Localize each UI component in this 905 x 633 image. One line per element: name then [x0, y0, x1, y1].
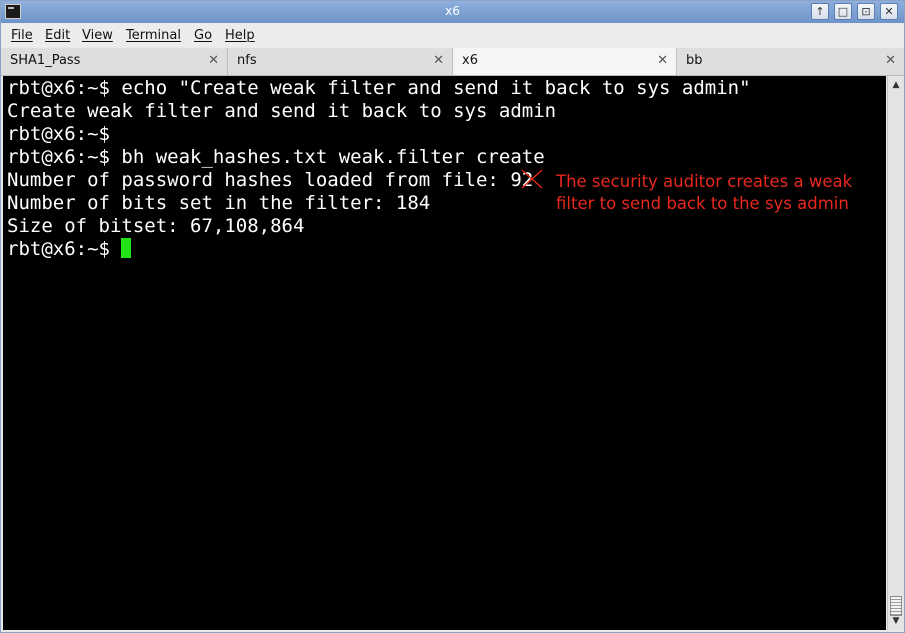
menu-help[interactable]: Help: [225, 28, 255, 43]
arrow-down-icon[interactable]: ▼: [889, 614, 903, 628]
tab-bb[interactable]: bb ✕: [677, 48, 904, 75]
close-icon[interactable]: ✕: [433, 53, 444, 68]
terminal-line: rbt@x6:~$: [7, 123, 110, 145]
close-icon[interactable]: ✕: [208, 53, 219, 68]
vertical-scrollbar[interactable]: ▲ ▼: [887, 76, 904, 630]
terminal-output[interactable]: rbt@x6:~$ echo "Create weak filter and s…: [3, 76, 886, 630]
terminal-prompt-line: rbt@x6:~$: [7, 238, 132, 261]
menu-edit[interactable]: Edit: [45, 28, 70, 43]
x-mark-icon: [521, 169, 543, 189]
menu-terminal[interactable]: Terminal: [126, 28, 181, 43]
terminal-prompt: rbt@x6:~$: [7, 238, 122, 260]
terminal-line: Size of bitset: 67,108,864: [7, 215, 305, 237]
close-button[interactable]: ✕: [880, 3, 898, 20]
close-icon[interactable]: ✕: [657, 53, 668, 68]
shade-button[interactable]: ↑: [811, 3, 829, 20]
terminal-line: rbt@x6:~$ echo "Create weak filter and s…: [7, 77, 751, 99]
annotation-line-2: filter to send back to the sys admin: [556, 194, 849, 213]
menu-view[interactable]: View: [82, 28, 113, 43]
tab-label: SHA1_Pass: [10, 53, 81, 68]
menu-bar: File Edit View Terminal Go Help: [1, 24, 904, 47]
close-icon[interactable]: ✕: [885, 53, 896, 68]
text-cursor: [121, 238, 132, 258]
terminal-window: x6 ↑ □ ⊡ ✕ File Edit View Terminal Go He…: [0, 0, 905, 633]
terminal-line: Number of bits set in the filter: 184: [7, 192, 431, 214]
tab-nfs[interactable]: nfs ✕: [228, 48, 453, 75]
tab-x6[interactable]: x6 ✕: [453, 48, 677, 75]
terminal-line: Number of password hashes loaded from fi…: [7, 169, 534, 191]
tab-sha1-pass[interactable]: SHA1_Pass ✕: [1, 48, 228, 75]
tab-label: nfs: [237, 53, 257, 68]
window-title: x6: [445, 4, 460, 18]
terminal-line: Create weak filter and send it back to s…: [7, 100, 557, 122]
tab-label: bb: [686, 53, 703, 68]
annotation-callout: The security auditor creates a weak filt…: [556, 171, 852, 215]
minimize-button[interactable]: □: [834, 3, 852, 20]
tab-label: x6: [462, 53, 478, 68]
menu-go[interactable]: Go: [194, 28, 212, 43]
tab-bar: SHA1_Pass ✕ nfs ✕ x6 ✕ bb ✕: [1, 48, 904, 76]
terminal-line: rbt@x6:~$ bh weak_hashes.txt weak.filter…: [7, 146, 545, 168]
maximize-button[interactable]: ⊡: [857, 3, 875, 20]
menu-file[interactable]: File: [11, 28, 33, 43]
arrow-up-icon[interactable]: ▲: [889, 78, 903, 92]
annotation-line-1: The security auditor creates a weak: [556, 172, 853, 191]
scrollbar-thumb[interactable]: [890, 596, 902, 616]
title-bar[interactable]: x6 ↑ □ ⊡ ✕: [1, 1, 904, 23]
